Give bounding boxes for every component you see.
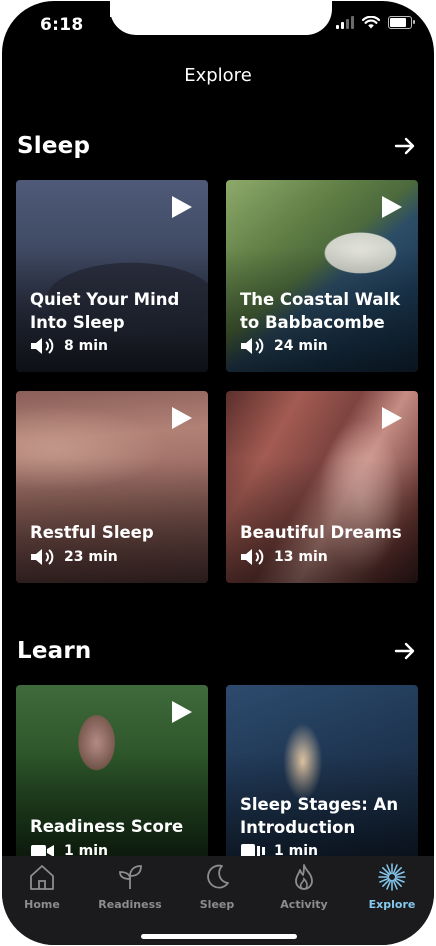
- speaker-icon: [241, 549, 264, 565]
- card-title: The Coastal Walk to Babbacombe: [240, 290, 401, 332]
- content-card-quiet-your-mind[interactable]: Quiet Your Mind Into Sleep 8 min: [16, 180, 208, 372]
- section-title-sleep: Sleep: [17, 133, 91, 159]
- wifi-icon: [362, 16, 380, 29]
- play-icon[interactable]: [172, 407, 192, 429]
- cellular-signal-icon: [336, 16, 354, 29]
- card-duration: 13 min: [274, 549, 328, 565]
- page-title: Explore: [184, 65, 252, 86]
- card-title: Sleep Stages: An Introduction: [240, 795, 399, 837]
- arrow-right-icon[interactable]: [394, 135, 416, 157]
- home-icon: [30, 865, 54, 890]
- speaker-icon: [31, 338, 54, 354]
- play-icon[interactable]: [382, 196, 402, 218]
- card-meta: 24 min: [240, 337, 328, 355]
- card-title: Quiet Your Mind Into Sleep: [30, 290, 180, 332]
- tab-sleep[interactable]: Sleep: [174, 862, 260, 911]
- card-meta: 8 min: [30, 337, 108, 355]
- content-card-coastal-walk[interactable]: The Coastal Walk to Babbacombe 24 min: [226, 180, 418, 372]
- speaker-icon: [31, 549, 54, 565]
- tab-explore[interactable]: Explore: [349, 862, 434, 911]
- content-card-sleep-stages[interactable]: Sleep Stages: An Introduction 1 min: [226, 685, 418, 877]
- home-indicator[interactable]: [141, 934, 297, 939]
- play-icon[interactable]: [172, 701, 192, 723]
- play-icon[interactable]: [382, 407, 402, 429]
- tab-bar: Home Readiness Sleep Activity Explore: [2, 856, 434, 945]
- starburst-icon: [378, 863, 406, 891]
- card-title: Restful Sleep: [30, 523, 154, 542]
- section-header-sleep: Sleep: [17, 133, 416, 159]
- card-duration: 8 min: [64, 338, 108, 354]
- tab-activity[interactable]: Activity: [261, 862, 347, 911]
- moon-icon: [207, 864, 229, 889]
- section-title-learn: Learn: [17, 638, 92, 664]
- battery-icon: [388, 16, 415, 29]
- card-meta: 13 min: [240, 548, 328, 566]
- tab-home[interactable]: Home: [2, 862, 85, 911]
- camera-notch: [110, 1, 332, 35]
- content-card-restful-sleep[interactable]: Restful Sleep 23 min: [16, 391, 208, 583]
- content-card-beautiful-dreams[interactable]: Beautiful Dreams 13 min: [226, 391, 418, 583]
- card-duration: 24 min: [274, 338, 328, 354]
- section-header-learn: Learn: [17, 638, 416, 664]
- card-duration: 23 min: [64, 549, 118, 565]
- flame-icon: [295, 864, 313, 890]
- card-title: Beautiful Dreams: [240, 523, 402, 542]
- tab-readiness[interactable]: Readiness: [87, 862, 173, 911]
- content-card-readiness-score[interactable]: Readiness Score 1 min: [16, 685, 208, 877]
- card-title: Readiness Score: [30, 817, 184, 836]
- status-time: 6:18: [40, 15, 84, 35]
- play-icon[interactable]: [172, 196, 192, 218]
- speaker-icon: [241, 338, 264, 354]
- phone-screen: 6:18 Explore Sleep Quiet Your Mind Into …: [2, 1, 434, 945]
- arrow-right-icon[interactable]: [394, 640, 416, 662]
- sprout-icon: [119, 865, 142, 889]
- card-meta: 23 min: [30, 548, 118, 566]
- status-icons: [336, 16, 415, 29]
